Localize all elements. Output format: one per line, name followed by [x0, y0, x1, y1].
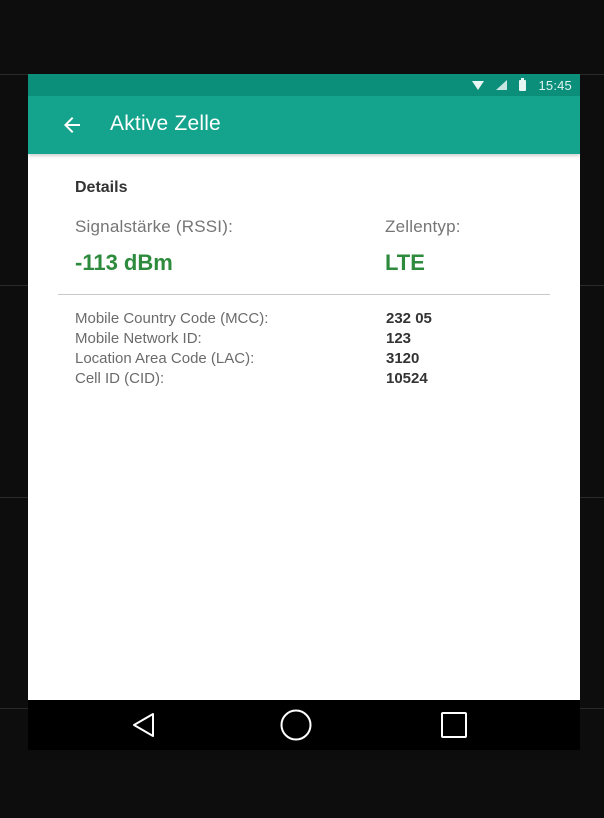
divider — [58, 294, 550, 295]
info-key: Cell ID (CID): — [75, 370, 165, 387]
home-circle-icon — [280, 709, 312, 741]
cell-info-table: Mobile Country Code (MCC): 232 05 Mobile… — [75, 309, 432, 389]
nav-recents-button[interactable] — [436, 708, 472, 742]
bezel-divider — [0, 74, 28, 75]
info-row-network-id: Mobile Network ID: 123 — [75, 329, 432, 349]
bezel-divider — [0, 708, 28, 709]
recents-square-icon — [441, 712, 467, 738]
info-key: Mobile Network ID: — [75, 330, 202, 347]
wifi-icon — [472, 80, 485, 90]
arrow-left-icon[interactable] — [60, 113, 84, 137]
status-icons: 15:45 — [472, 77, 572, 93]
page-title: Aktive Zelle — [110, 112, 221, 135]
phone-screen: 15:45 Aktive Zelle Details Signalstärke … — [28, 74, 580, 700]
signal-strength-label: Signalstärke (RSSI): — [75, 217, 233, 236]
info-row-lac: Location Area Code (LAC): 3120 — [75, 349, 432, 369]
info-value: 10524 — [386, 370, 428, 387]
section-title-details: Details — [75, 179, 128, 196]
signal-strength-value: -113 dBm — [75, 250, 173, 275]
battery-icon — [519, 77, 527, 91]
bezel-divider — [580, 74, 604, 75]
cell-type-value: LTE — [385, 250, 425, 275]
info-key: Mobile Country Code (MCC): — [75, 310, 269, 327]
nav-back-button[interactable] — [125, 708, 161, 742]
bezel-divider — [580, 497, 604, 498]
status-bar: 15:45 — [28, 74, 580, 96]
info-value: 3120 — [386, 350, 420, 367]
info-key: Location Area Code (LAC): — [75, 350, 255, 367]
navigation-bar — [28, 700, 580, 750]
info-value: 123 — [386, 330, 412, 347]
info-row-cid: Cell ID (CID): 10524 — [75, 369, 432, 389]
bezel-divider — [0, 497, 28, 498]
info-value: 232 05 — [386, 310, 432, 327]
cell-type-label: Zellentyp: — [385, 217, 461, 236]
back-triangle-icon — [133, 713, 154, 737]
bezel-divider — [580, 708, 604, 709]
app-bar: Aktive Zelle — [28, 96, 580, 154]
status-time: 15:45 — [538, 77, 572, 93]
info-row-mcc: Mobile Country Code (MCC): 232 05 — [75, 309, 432, 329]
nav-home-button[interactable] — [278, 708, 314, 742]
signal-icon — [496, 80, 508, 90]
bezel-divider — [0, 285, 28, 286]
bezel-divider — [580, 285, 604, 286]
